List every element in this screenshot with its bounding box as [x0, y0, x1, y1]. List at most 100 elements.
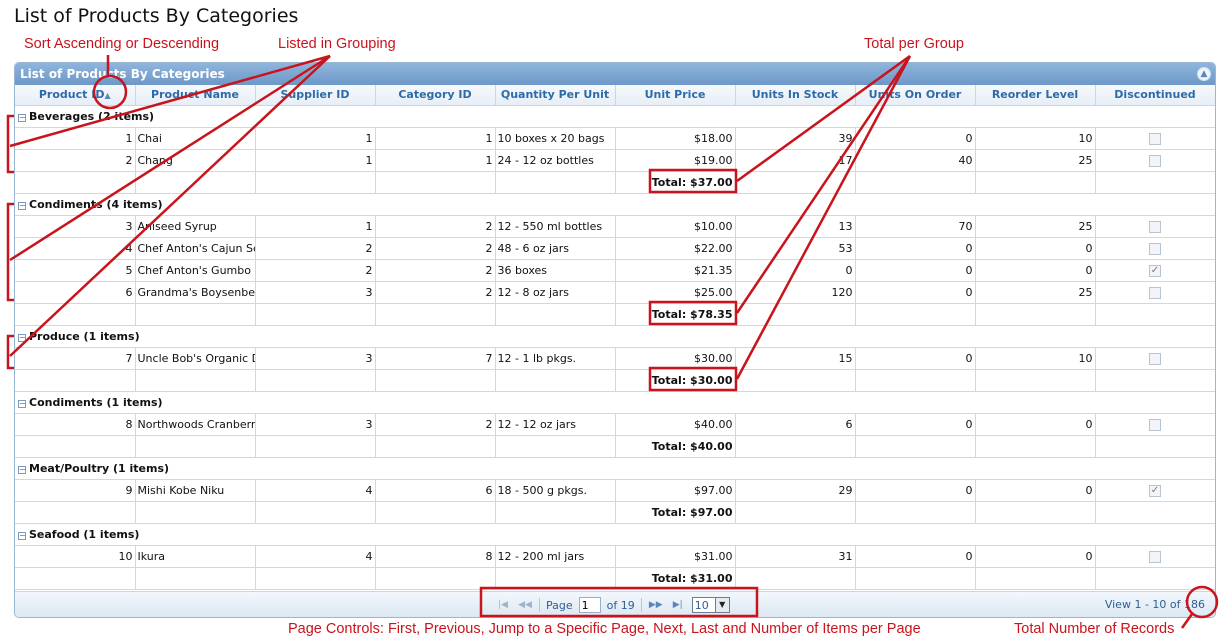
group-collapse-icon[interactable]: −	[18, 399, 26, 408]
group-header-cell: − Condiments (4 items)	[15, 193, 1215, 216]
checkbox-icon	[1149, 418, 1161, 431]
column-header[interactable]: Product ID▲	[15, 85, 136, 106]
pager-separator	[640, 598, 642, 612]
page-number-input[interactable]	[578, 597, 601, 613]
group-collapse-icon[interactable]: −	[18, 465, 26, 474]
table-row[interactable]: 8Northwoods Cranberry Sauce3212 - 12 oz …	[15, 413, 1215, 436]
group-collapse-icon[interactable]: −	[18, 333, 26, 342]
group-header-row[interactable]: − Condiments (1 items)	[15, 391, 1215, 414]
table-row[interactable]: 4Chef Anton's Cajun Seasoning2248 - 6 oz…	[15, 237, 1215, 260]
cell-reorder: 25	[975, 149, 1096, 172]
column-header[interactable]: Supplier ID	[255, 85, 376, 106]
group-header-row[interactable]: − Produce (1 items)	[15, 325, 1215, 348]
cell-order: 0	[855, 259, 976, 282]
cell-id: 2	[15, 149, 136, 172]
table-row[interactable]: 7Uncle Bob's Organic Dried Pears3712 - 1…	[15, 347, 1215, 370]
table-row[interactable]: 6Grandma's Boysenberry Spread3212 - 8 oz…	[15, 281, 1215, 304]
table-row[interactable]: 1 Chai 1 1 10 boxes x 20 bags $18.00 39 0 10	[15, 127, 1215, 150]
sort-ascending-icon[interactable]: ▲	[104, 91, 110, 100]
last-page-icon[interactable]: ▶|	[670, 600, 686, 610]
group-header-row[interactable]: − Seafood (1 items)	[15, 523, 1215, 546]
total-row-cell	[855, 567, 976, 590]
group-collapse-icon[interactable]: −	[18, 531, 26, 540]
column-header[interactable]: Units In Stock	[735, 85, 856, 106]
cell-disc	[1095, 545, 1215, 568]
column-header[interactable]: Reorder Level	[975, 85, 1096, 106]
items-per-page-value: 10	[694, 598, 709, 612]
cell-id: 9	[15, 479, 136, 502]
cell-id: 5	[15, 259, 136, 282]
total-row-cell	[855, 369, 976, 392]
cell-price: $10.00	[615, 215, 736, 238]
total-row-cell	[135, 171, 256, 194]
group-header-row[interactable]: − Meat/Poultry (1 items)	[15, 457, 1215, 480]
previous-page-icon[interactable]: ◀◀	[517, 600, 533, 610]
cell-category: 1	[375, 127, 496, 150]
total-row-cell	[15, 171, 136, 194]
column-header[interactable]: Unit Price	[615, 85, 736, 106]
cell-supplier: 2	[255, 237, 376, 260]
cell-order: 0	[855, 237, 976, 260]
cell-reorder: 10	[975, 347, 1096, 370]
column-header-label: Quantity Per Unit	[500, 88, 610, 102]
table-row[interactable]: 10 Ikura 4 8 12 - 200 ml jars $31.00 31 0 0	[15, 545, 1215, 568]
group-collapse-icon[interactable]: −	[18, 201, 26, 210]
next-page-icon[interactable]: ▶▶	[648, 600, 664, 610]
dropdown-arrow-icon: ▼	[714, 598, 729, 612]
group-total: Total: $30.00	[615, 369, 736, 392]
cell-order: 0	[855, 347, 976, 370]
column-header[interactable]: Product Name	[135, 85, 256, 106]
cell-id: 8	[15, 413, 136, 436]
column-header[interactable]: Discontinued	[1095, 85, 1215, 106]
cell-disc	[1095, 237, 1215, 260]
cell-name: Chef Anton's Cajun Seasoning	[135, 237, 256, 260]
cell-qty: 12 - 12 oz jars	[495, 413, 616, 436]
cell-supplier: 3	[255, 413, 376, 436]
group-total-row: Total: $37.00	[15, 171, 1215, 194]
total-row-cell	[1095, 303, 1215, 326]
total-row-cell	[255, 303, 376, 326]
group-header-cell: − Beverages (2 items)	[15, 105, 1215, 128]
table-row[interactable]: 3 Aniseed Syrup 1 2 12 - 550 ml bottles $10.0…	[15, 215, 1215, 238]
group-collapse-icon[interactable]: −	[18, 113, 26, 122]
total-row-cell	[15, 567, 136, 590]
annotation-grouping: Listed in Grouping	[278, 36, 396, 52]
column-header[interactable]: Units On Order	[855, 85, 976, 106]
table-row[interactable]: 5Chef Anton's Gumbo Mix2236 boxes$21.350…	[15, 259, 1215, 282]
cell-id: 7	[15, 347, 136, 370]
column-header[interactable]: Quantity Per Unit	[495, 85, 616, 106]
checkbox-icon	[1149, 352, 1161, 365]
table-row[interactable]: 2 Chang 1 1 24 - 12 oz bottles $19.00 17 40 25	[15, 149, 1215, 172]
total-row-cell	[495, 171, 616, 194]
table-row[interactable]: 9 Mishi Kobe Niku 4 6 18 - 500 g pkgs. $97.00…	[15, 479, 1215, 502]
group-total-row: Total: $40.00	[15, 435, 1215, 458]
group-total-row: Total: $97.00	[15, 501, 1215, 524]
cell-price: $25.00	[615, 281, 736, 304]
cell-name: Chai	[135, 127, 256, 150]
cell-stock: 17	[735, 149, 856, 172]
cell-qty: 48 - 6 oz jars	[495, 237, 616, 260]
cell-id: 3	[15, 215, 136, 238]
cell-supplier: 4	[255, 479, 376, 502]
group-header-row[interactable]: − Beverages (2 items)	[15, 105, 1215, 128]
total-row-cell	[735, 171, 856, 194]
total-row-cell	[735, 567, 856, 590]
cell-reorder: 10	[975, 127, 1096, 150]
column-header-label: Units In Stock	[751, 88, 839, 102]
column-header[interactable]: Category ID	[375, 85, 496, 106]
page-controls: |◀ ◀◀ Page of 19 ▶▶ ▶| 10 ▼	[495, 597, 730, 613]
total-row-cell	[375, 435, 496, 458]
collapse-icon[interactable]: ▲	[1197, 67, 1211, 81]
first-page-icon[interactable]: |◀	[495, 600, 511, 610]
view-info: View 1 - 10 of 186	[1104, 598, 1205, 611]
cell-id: 10	[15, 545, 136, 568]
total-row-cell	[15, 369, 136, 392]
cell-disc: ✓	[1095, 479, 1215, 502]
group-header-row[interactable]: − Condiments (4 items)	[15, 193, 1215, 216]
items-per-page-select[interactable]: 10 ▼	[691, 597, 730, 613]
total-row-cell	[1095, 567, 1215, 590]
total-row-cell	[255, 567, 376, 590]
total-row-cell	[975, 369, 1096, 392]
cell-order: 70	[855, 215, 976, 238]
cell-reorder: 0	[975, 259, 1096, 282]
